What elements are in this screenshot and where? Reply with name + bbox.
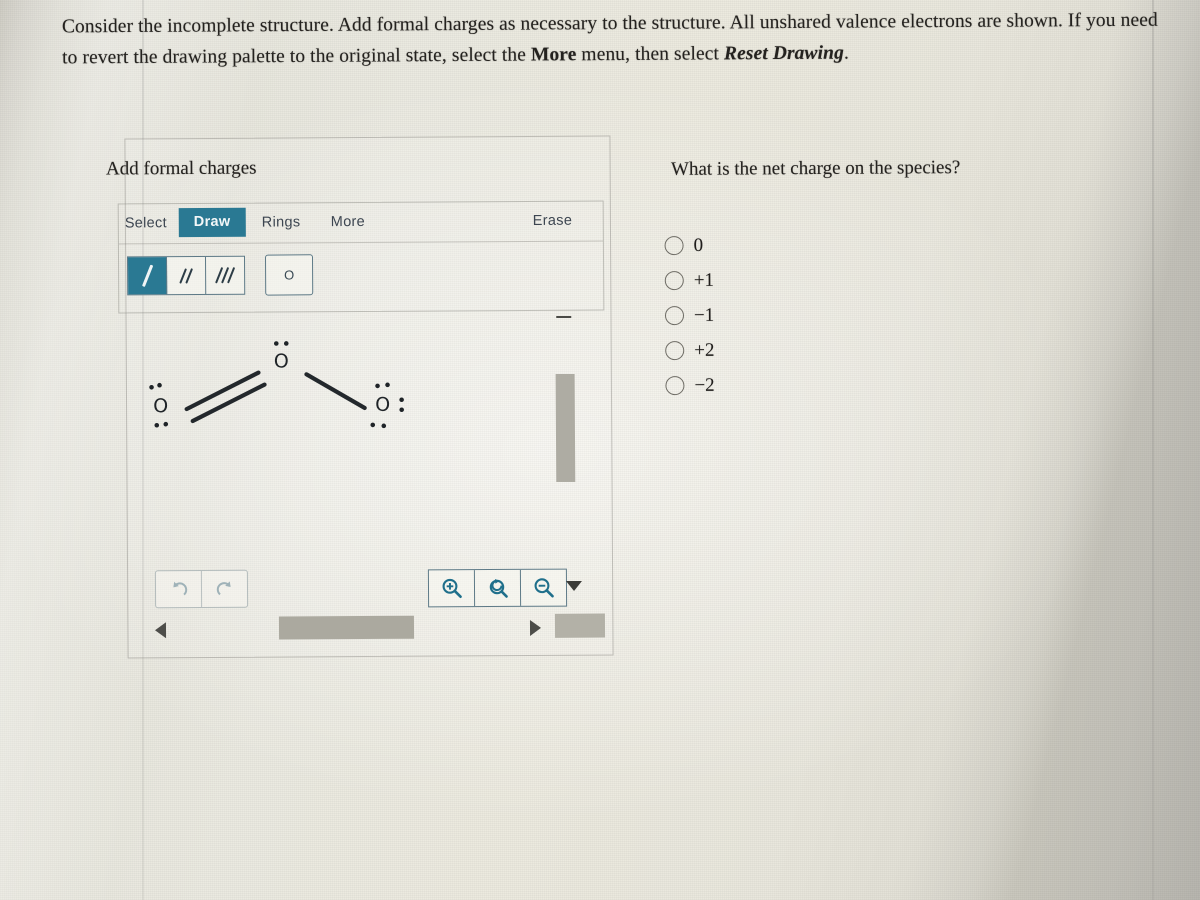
menu-item-rings[interactable]: Rings [262, 214, 301, 230]
choice-label: −2 [694, 374, 715, 396]
double-bond-tool[interactable] [166, 256, 207, 295]
choice-label: −1 [693, 304, 715, 326]
history-button-group [154, 569, 249, 609]
net-charge-choice-list: 0 +1 −1 +2 −2 [664, 228, 715, 403]
radio-button[interactable] [665, 341, 685, 361]
radio-button[interactable] [664, 306, 685, 326]
zoom-in-button[interactable] [428, 570, 476, 607]
atom-label-O-left: O [153, 395, 168, 417]
atom-label-O-center: O [274, 350, 289, 372]
choice-label: +1 [693, 269, 715, 291]
instruction-text: Consider the incomplete structure. Add f… [62, 5, 1174, 74]
reset-drawing-mention: Reset Drawing [723, 42, 844, 65]
single-bond-icon [141, 264, 153, 288]
zoom-button-group [427, 568, 568, 608]
zoom-reset-button[interactable] [474, 569, 522, 607]
choice-option[interactable]: +1 [664, 263, 715, 298]
vertical-scroll-thumb[interactable] [555, 373, 576, 483]
choice-option[interactable]: −2 [665, 368, 715, 403]
redo-arrow-icon [216, 581, 231, 596]
instruction-line-1: Consider the incomplete structure. Add f… [61, 10, 1082, 38]
canvas-horizontal-scrollbar[interactable] [127, 612, 606, 645]
magnifier-reset-icon [489, 579, 508, 598]
zoom-out-button[interactable] [521, 570, 566, 606]
question-prompt: What is the net charge on the species? [670, 157, 961, 180]
canvas-vertical-scrollbar[interactable] [552, 312, 578, 564]
menu-item-select[interactable]: Select [125, 215, 167, 231]
app-screen: Consider the incomplete structure. Add f… [0, 0, 1200, 900]
menu-item-draw[interactable]: Draw [178, 207, 246, 238]
zoom-dropdown-caret-down-icon[interactable] [565, 580, 583, 592]
horizontal-scroll-thumb[interactable] [278, 615, 415, 640]
scroll-right-arrow-icon[interactable] [529, 619, 542, 636]
more-menu-mention: More [530, 44, 577, 66]
choice-label: 0 [693, 234, 704, 256]
menu-item-erase[interactable]: Erase [533, 213, 572, 229]
atom-label-O-right: O [375, 394, 390, 416]
scrollbar-corner-block [554, 613, 606, 638]
toolbar-divider [118, 240, 603, 245]
redo-button[interactable] [202, 571, 247, 607]
single-bond-line [304, 372, 367, 411]
radio-button[interactable] [664, 271, 684, 291]
double-bond-icon [179, 267, 194, 284]
choice-label: +2 [694, 339, 715, 361]
triple-bond-icon [214, 266, 236, 284]
triple-bond-tool[interactable] [206, 257, 244, 294]
magnifier-minus-icon [534, 578, 554, 598]
single-bond-tool[interactable] [127, 257, 168, 295]
instruction-line-2-b: menu, then select [576, 43, 725, 66]
palette-title: Add formal charges [105, 157, 257, 180]
radio-button[interactable] [665, 376, 685, 396]
undo-button[interactable] [155, 570, 203, 608]
instruction-line-2-c: . [843, 42, 849, 64]
choice-option[interactable]: −1 [664, 298, 715, 333]
choice-option[interactable]: 0 [664, 228, 713, 263]
scroll-left-arrow-icon[interactable] [154, 622, 167, 639]
radio-button[interactable] [664, 236, 684, 256]
atom-oxygen-button[interactable]: O [264, 254, 314, 296]
menu-item-more[interactable]: More [331, 214, 365, 230]
undo-arrow-icon [172, 581, 187, 596]
choice-option[interactable]: +2 [665, 333, 714, 368]
magnifier-plus-icon [442, 578, 462, 599]
bond-tool-group [126, 255, 246, 296]
palette-toolbar: Select Draw Rings More Erase O [117, 200, 605, 314]
scroll-up-marker[interactable] [556, 315, 572, 319]
